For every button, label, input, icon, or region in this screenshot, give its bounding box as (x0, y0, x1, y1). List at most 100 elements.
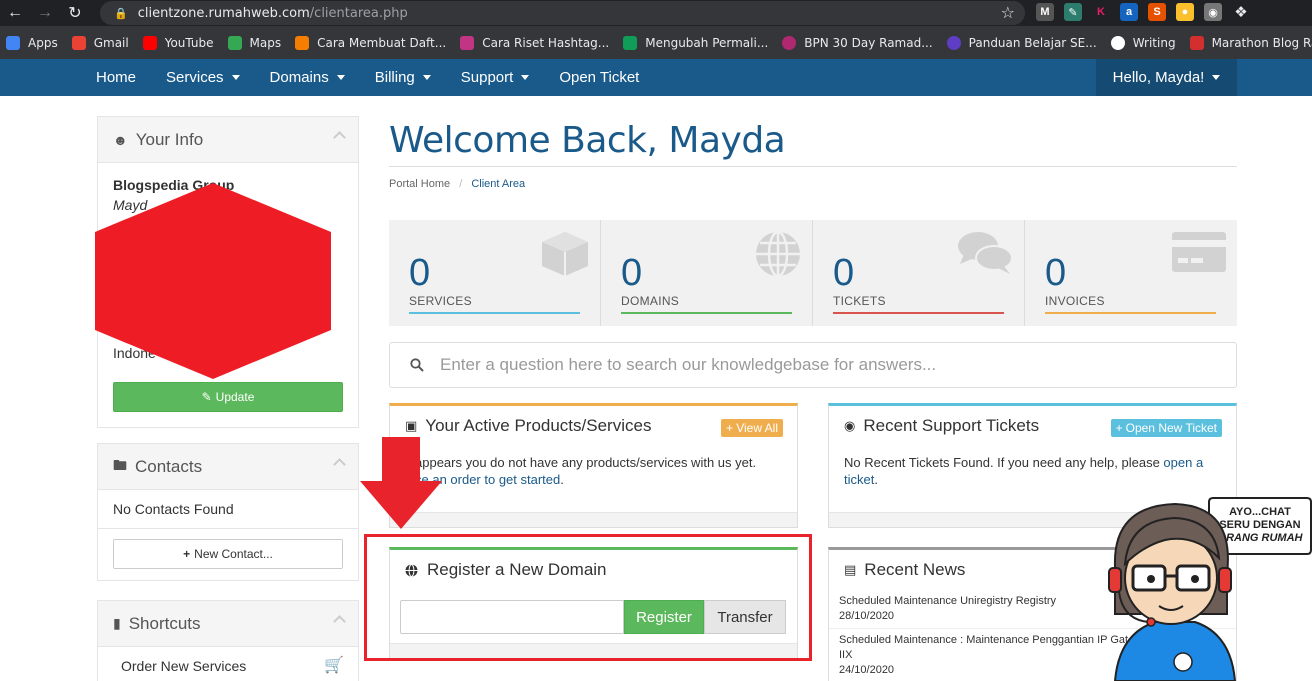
update-button[interactable]: ✎ Update (113, 382, 343, 412)
globe-icon (1110, 35, 1125, 50)
breadcrumb: Portal Home / Client Area (389, 178, 525, 190)
stat-invoices[interactable]: 0 INVOICES (1025, 220, 1237, 326)
account-menu[interactable]: Hello, Mayda! (1096, 59, 1237, 96)
view-all-button[interactable]: + View All (721, 419, 783, 437)
tickets-header: ◉ Recent Support Tickets + Open New Ticke… (829, 406, 1236, 446)
plus-icon: + (1115, 421, 1123, 435)
no-contacts-text: No Contacts Found (113, 501, 234, 517)
divider (98, 528, 358, 529)
services-count: 0 (409, 252, 431, 294)
order-new-services-link[interactable]: Order New Services (121, 658, 246, 674)
bookmarks-bar: Apps Gmail YouTube Maps Cara Membuat Daf… (0, 26, 1312, 59)
extension-pen-icon[interactable]: ✎ (1064, 3, 1082, 21)
extension-camera-icon[interactable]: ◉ (1204, 3, 1222, 21)
stat-services[interactable]: 0 SERVICES (389, 220, 601, 326)
reload-icon[interactable]: ↻ (60, 0, 90, 26)
services-bar (409, 312, 580, 314)
url-host: clientzone.rumahweb.com (137, 5, 310, 21)
products-header: ▣ Your Active Products/Services + View Al… (390, 406, 797, 446)
extensions-puzzle-icon[interactable]: ❖ (1232, 3, 1250, 21)
bookmark-star-icon[interactable]: ☆ (1001, 3, 1015, 22)
forward-icon[interactable]: → (30, 0, 60, 26)
pencil-icon: ✎ (201, 390, 212, 404)
plus-icon: + (183, 547, 191, 561)
nav-open-ticket[interactable]: Open Ticket (559, 69, 639, 86)
bookmark-apps[interactable]: Apps (6, 35, 58, 50)
nav-home[interactable]: Home (96, 69, 136, 86)
stat-domains[interactable]: 0 DOMAINS (601, 220, 813, 326)
bookmark-bpn[interactable]: BPN 30 Day Ramad... (782, 35, 933, 50)
caret-down-icon (336, 75, 345, 80)
bookmark-youtube[interactable]: YouTube (142, 35, 214, 50)
credit-card-icon (1172, 232, 1226, 272)
back-icon[interactable]: ← (0, 0, 30, 26)
breadcrumb-home[interactable]: Portal Home (389, 178, 450, 190)
bookmark-panduan[interactable]: Panduan Belajar SE... (946, 35, 1097, 50)
browser-toolbar: ← → ↻ 🔒 clientzone.rumahweb.com/clientar… (0, 0, 1312, 26)
main-navbar: Home Services Domains Billing Support Op… (0, 59, 1312, 96)
user-icon: ☻ (113, 131, 128, 148)
cart-icon: 🛒 (324, 657, 344, 674)
domains-count: 0 (621, 252, 643, 294)
shortcuts-header[interactable]: ▮ Shortcuts (98, 601, 358, 647)
your-info-header[interactable]: ☻ Your Info (98, 117, 358, 163)
chevron-up-icon[interactable] (333, 458, 346, 471)
chevron-up-icon[interactable] (333, 131, 346, 144)
nav-services[interactable]: Services (166, 69, 240, 86)
bookmark-maps[interactable]: Maps (227, 35, 281, 50)
nav-support[interactable]: Support (461, 69, 530, 86)
contacts-header[interactable]: 🖿 Contacts (98, 444, 358, 490)
kb-search-input[interactable] (440, 355, 1200, 375)
tickets-label: TICKETS (833, 294, 886, 308)
extension-a-icon[interactable]: a (1120, 3, 1138, 21)
stat-tickets[interactable]: 0 TICKETS (813, 220, 1025, 326)
extension-sq-icon[interactable]: S (1148, 3, 1166, 21)
lock-icon: 🔒 (114, 6, 128, 20)
nav-domains[interactable]: Domains (270, 69, 345, 86)
globe-icon (756, 230, 800, 278)
bookmark-writing[interactable]: Writing (1110, 35, 1176, 50)
address-bar[interactable]: 🔒 clientzone.rumahweb.com/clientarea.php… (100, 1, 1025, 25)
highlight-frame (364, 534, 812, 661)
shortcuts-panel: ▮ Shortcuts Order New Services 🛒 (97, 600, 359, 681)
comments-icon (958, 232, 1013, 274)
redaction-hexagon (95, 183, 331, 379)
bookmark-icon: ▮ (113, 615, 121, 631)
new-contact-button[interactable]: + New Contact... (113, 539, 343, 569)
chat-bubble-line1: AYO...CHAT (1229, 506, 1291, 518)
gmail-icon (71, 35, 86, 50)
products-footer (390, 512, 797, 527)
panduan-site-icon (946, 35, 961, 50)
title-divider (389, 166, 1237, 167)
extension-m-icon[interactable]: M (1036, 3, 1054, 21)
invoices-bar (1045, 312, 1216, 314)
bookmark-mengubah[interactable]: Mengubah Permali... (623, 35, 768, 50)
chevron-up-icon[interactable] (333, 615, 346, 628)
breadcrumb-active: Client Area (471, 178, 526, 190)
cube-icon: ▣ (405, 418, 418, 433)
apps-grid-icon (6, 35, 20, 50)
extension-k-icon[interactable]: K (1092, 3, 1110, 21)
bookmark-cara-riset[interactable]: Cara Riset Hashtag... (460, 35, 609, 50)
blogger-icon (295, 35, 310, 50)
chat-bubble-line2: SERU DENGAN (1219, 519, 1300, 531)
arrow-down-icon (360, 437, 442, 529)
chat-widget[interactable]: AYO...CHAT SERU DENGAN ORANG RUMAH (1095, 494, 1312, 681)
maps-icon (227, 35, 242, 50)
plus-icon: + (726, 421, 734, 435)
invoices-label: INVOICES (1045, 294, 1105, 308)
bookmark-gmail[interactable]: Gmail (71, 35, 129, 50)
bookmark-marathon[interactable]: Marathon Blog Ra... (1189, 35, 1312, 50)
stats-row: 0 SERVICES 0 DOMAINS 0 TICKETS 0 INVOICE… (389, 220, 1237, 326)
permalink-site-icon (623, 35, 638, 50)
comments-icon: ◉ (844, 418, 856, 433)
caret-down-icon (422, 75, 431, 80)
cube-icon (542, 232, 588, 276)
url-path: /clientarea.php (309, 5, 408, 21)
domains-label: DOMAINS (621, 294, 680, 308)
nav-billing[interactable]: Billing (375, 69, 431, 86)
bookmark-cara-membuat[interactable]: Cara Membuat Daft... (295, 35, 446, 50)
extension-bulb-icon[interactable]: ● (1176, 3, 1194, 21)
open-new-ticket-button[interactable]: + Open New Ticket (1110, 419, 1222, 437)
chat-bubble-line3: ORANG RUMAH (1218, 532, 1304, 544)
